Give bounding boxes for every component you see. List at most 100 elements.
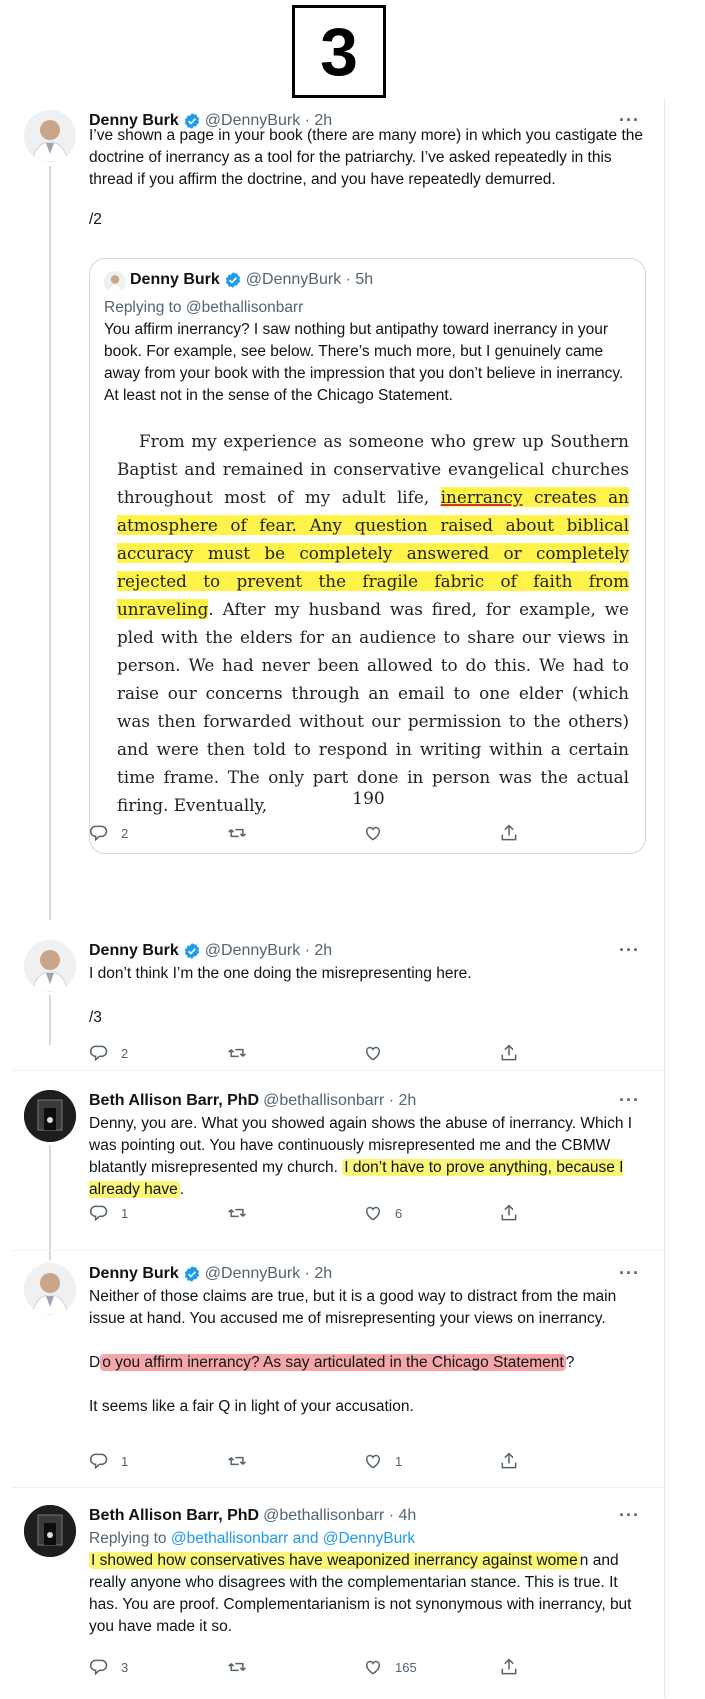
tweet-separator [12, 1250, 664, 1251]
tweet-suffix: /3 [89, 1009, 102, 1026]
more-icon[interactable]: ··· [619, 1263, 640, 1284]
author-handle[interactable]: @bethallisonbarr · 2h [263, 1092, 416, 1110]
tweet-text: Replying to @bethallisonbarr and @DennyB… [89, 1528, 649, 1638]
quote-avatar [104, 271, 126, 293]
highlighted-question: o you affirm inerrancy? As say articulat… [100, 1354, 566, 1371]
avatar-beth-allison-barr[interactable] [24, 1505, 76, 1557]
author-handle[interactable]: @DennyBurk · 2h [205, 1265, 332, 1283]
reply-count: 2 [121, 1045, 129, 1061]
retweet-button[interactable] [227, 1657, 259, 1677]
reply-count: 2 [121, 825, 129, 841]
share-button[interactable] [499, 1203, 519, 1223]
reply-button[interactable]: 3 [89, 1657, 128, 1677]
like-button[interactable]: 165 [363, 1657, 417, 1677]
like-button[interactable]: 6 [363, 1203, 402, 1223]
reply-count: 1 [121, 1453, 129, 1469]
question-start: D [89, 1354, 101, 1371]
reply-button[interactable]: 1 [89, 1203, 128, 1223]
retweet-icon [228, 1208, 246, 1218]
author-handle[interactable]: @DennyBurk · 2h [205, 942, 332, 960]
like-icon [366, 826, 380, 841]
avatar-photo [24, 110, 76, 162]
verified-badge-icon [184, 943, 199, 959]
retweet-button[interactable] [227, 823, 259, 843]
tweet-5[interactable]: Beth Allison Barr, PhD @bethallisonbarr … [0, 1505, 664, 1685]
avatar-photo [24, 1263, 76, 1315]
tweet-body: I’ve shown a page in your book (there ar… [89, 127, 643, 188]
reply-icon [89, 1205, 108, 1222]
replying-to: Replying to @bethallisonbarr and @DennyB… [89, 1528, 649, 1550]
reply-icon [89, 825, 108, 842]
reply-button[interactable]: 2 [89, 823, 128, 843]
retweet-button[interactable] [227, 1203, 259, 1223]
page-number-label: 3 [292, 5, 386, 98]
share-button[interactable] [499, 1451, 519, 1471]
retweet-button[interactable] [227, 1043, 259, 1063]
avatar-denny-burk[interactable] [24, 940, 76, 992]
reply-button[interactable]: 2 [89, 1043, 128, 1063]
tweet-body: Neither of those claims are true, but it… [89, 1288, 617, 1327]
tweet-actions: 2 [89, 822, 569, 844]
share-icon [501, 824, 517, 841]
avatar-denny-burk[interactable] [24, 1263, 76, 1315]
retweet-button[interactable] [227, 1451, 259, 1471]
avatar-photo [24, 1505, 76, 1557]
tweet-header: Beth Allison Barr, PhD @bethallisonbarr … [89, 1505, 649, 1527]
reply-count: 3 [121, 1659, 129, 1675]
tweet-actions: 1 1 [89, 1450, 569, 1472]
book-page-number: 190 [352, 789, 385, 809]
like-button[interactable] [363, 1043, 395, 1063]
reply-icon [89, 1453, 108, 1470]
author-name[interactable]: Denny Burk [89, 1265, 179, 1283]
author-name[interactable]: Beth Allison Barr, PhD [89, 1092, 259, 1110]
author-name[interactable]: Denny Burk [89, 942, 179, 960]
tweet-text: Denny, you are. What you showed again sh… [89, 1113, 649, 1201]
retweet-icon [228, 1662, 246, 1672]
column-border [664, 98, 665, 1698]
tweet-3[interactable]: Beth Allison Barr, PhD @bethallisonbarr … [0, 1090, 664, 1240]
like-icon [366, 1454, 380, 1469]
reply-icon [89, 1659, 108, 1676]
like-button[interactable] [363, 823, 395, 843]
author-name[interactable]: Beth Allison Barr, PhD [89, 1507, 259, 1525]
tweet-body-end: . [179, 1181, 185, 1198]
tweet-suffix: /2 [89, 211, 102, 228]
share-button[interactable] [499, 823, 519, 843]
share-button[interactable] [499, 1043, 519, 1063]
book-text-underlined: inerrancy [440, 487, 523, 507]
tweet-header: Denny Burk @DennyBurk · 2h [89, 1263, 649, 1285]
tweet-2[interactable]: Denny Burk @DennyBurk · 2h ··· I don’t t… [0, 940, 664, 1062]
share-icon [501, 1204, 517, 1221]
avatar-photo [24, 1090, 76, 1142]
tweet-4[interactable]: Denny Burk @DennyBurk · 2h ··· Neither o… [0, 1263, 664, 1478]
question-end: ? [565, 1354, 575, 1371]
avatar-beth-allison-barr[interactable] [24, 1090, 76, 1142]
replying-to: Replying to @bethallisonbarr [104, 299, 304, 316]
more-icon[interactable]: ··· [619, 1505, 640, 1526]
quote-author-handle: @DennyBurk · 5h [245, 271, 374, 288]
book-paragraph: From my experience as someone who grew u… [117, 427, 629, 819]
share-button[interactable] [499, 1657, 519, 1677]
retweet-icon [228, 1048, 246, 1058]
tweet-1[interactable]: Denny Burk @DennyBurk · 2h ··· I’ve show… [0, 110, 664, 920]
replying-prefix: Replying to [89, 1530, 171, 1547]
reply-button[interactable]: 1 [89, 1451, 128, 1471]
tweet-header: Beth Allison Barr, PhD @bethallisonbarr … [89, 1090, 649, 1112]
more-icon[interactable]: ··· [619, 1090, 640, 1111]
quote-header: Denny Burk @DennyBurk · 5h [130, 271, 373, 289]
reply-count: 1 [121, 1205, 129, 1221]
avatar-denny-burk[interactable] [24, 110, 76, 162]
tweet-actions: 2 [89, 1042, 569, 1064]
more-icon[interactable]: ··· [619, 940, 640, 961]
author-handle[interactable]: @bethallisonbarr · 4h [263, 1507, 416, 1525]
replying-to-link[interactable]: @bethallisonbarr and @DennyBurk [171, 1530, 415, 1547]
like-button[interactable]: 1 [363, 1451, 402, 1471]
tweet-text: I’ve shown a page in your book (there ar… [89, 125, 649, 231]
verified-badge-icon [184, 1266, 199, 1282]
quoted-tweet[interactable]: Denny Burk @DennyBurk · 5h Replying to @… [89, 258, 646, 854]
tweet-actions: 3 165 [89, 1656, 569, 1678]
like-count: 1 [395, 1453, 403, 1469]
retweet-icon [228, 1456, 246, 1466]
highlighted-text: I showed how conservatives have weaponiz… [89, 1552, 580, 1569]
tweet-separator [12, 1487, 664, 1488]
